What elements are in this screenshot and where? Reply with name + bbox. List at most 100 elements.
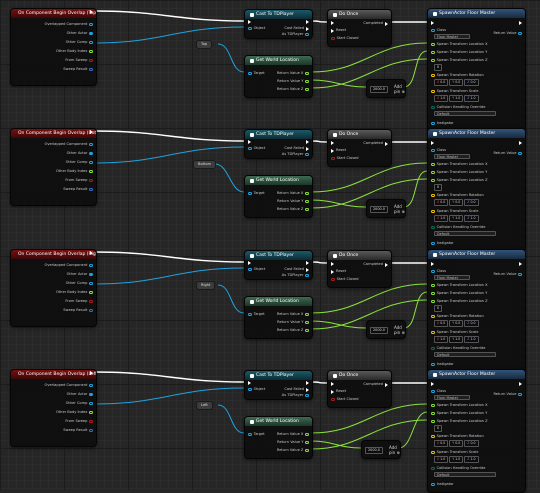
add-pin-button[interactable]: Add pin ⊕ (394, 325, 405, 335)
data-pin-icon[interactable] (331, 156, 335, 161)
return-value-pin-1[interactable]: Return Value Y (275, 440, 309, 446)
spawn-actor-header[interactable]: SpawnActor Floor Master (428, 250, 525, 259)
scale-pin[interactable]: Spawn Transform Scale (431, 89, 480, 95)
data-pin-icon[interactable] (431, 148, 435, 153)
location-y-pin[interactable]: Spawn Transform Location Y (431, 170, 489, 176)
event-pin-5[interactable]: Sweep Result (61, 187, 93, 193)
rotation-field[interactable]: X0.0 (434, 440, 449, 447)
class-pin[interactable]: Class (431, 28, 448, 34)
add-value-field[interactable]: 2000.0 (370, 86, 388, 93)
cast-object-pin[interactable]: Object (248, 26, 267, 32)
return-value-pin[interactable]: Return Value (491, 151, 522, 157)
cast-node-header[interactable]: Cast To TDPlayer (245, 130, 312, 139)
data-pin-icon[interactable] (431, 225, 435, 230)
spawn-exec-in[interactable] (431, 141, 434, 146)
instigator-pin[interactable]: Instigator (431, 121, 456, 127)
data-pin-icon[interactable] (89, 178, 93, 183)
data-pin-icon[interactable] (331, 277, 335, 282)
return-value-pin-0[interactable]: Return Value X (275, 191, 309, 197)
data-pin-icon[interactable] (89, 410, 93, 415)
plus-circle-icon[interactable]: ⊕ (395, 450, 399, 455)
rotation-field[interactable]: X0.0 (434, 320, 449, 327)
exec-out-pin[interactable] (90, 130, 93, 135)
collision-dropdown[interactable]: Default (434, 472, 496, 477)
cast-node-header[interactable]: Cast To TDPlayer (245, 251, 312, 260)
data-pin-icon[interactable] (248, 387, 252, 392)
collision-override-pin[interactable]: Collision Handling Override (431, 346, 488, 352)
event-node-header[interactable]: On Component Begin Overlap (Bottom) (11, 129, 96, 138)
event-pin-5[interactable]: Sweep Result (61, 428, 93, 434)
do-once-start-closed-pin[interactable]: Start Closed (331, 36, 361, 42)
class-dropdown[interactable]: Floor Master (434, 34, 470, 39)
spawn-actor-header[interactable]: SpawnActor Floor Master (428, 370, 525, 379)
event-node-header[interactable]: On Component Begin Overlap (Top) (11, 9, 96, 18)
reroute-node-top[interactable]: Top (196, 40, 213, 49)
return-value-pin-1[interactable]: Return Value Y (275, 320, 309, 326)
data-pin-icon[interactable] (305, 71, 309, 76)
data-pin-icon[interactable] (248, 432, 252, 437)
exec-pin-icon[interactable] (306, 261, 309, 265)
plus-circle-icon[interactable]: ⊕ (400, 89, 404, 94)
scale-pin[interactable]: Spawn Transform Scale (431, 209, 480, 215)
event-pin-3[interactable]: Other Body Index (54, 49, 93, 55)
location-y-pin[interactable]: Spawn Transform Location Y (431, 50, 489, 56)
return-value-pin-2[interactable]: Return Value Z (275, 87, 309, 93)
data-pin-icon[interactable] (431, 209, 435, 214)
spawn-exec-out[interactable] (519, 141, 522, 146)
scale-field[interactable]: Z1.0 (464, 95, 479, 102)
data-pin-icon[interactable] (518, 272, 522, 277)
scale-field[interactable]: X1.0 (434, 95, 449, 102)
data-pin-icon[interactable] (431, 362, 435, 367)
data-pin-icon[interactable] (518, 31, 522, 36)
rotation-field[interactable]: X0.0 (434, 199, 449, 206)
data-pin-icon[interactable] (305, 393, 309, 398)
return-value-pin[interactable]: Return Value (491, 392, 522, 398)
do-once-start-closed-pin[interactable]: Start Closed (331, 156, 361, 162)
event-pin-1[interactable]: Other Actor (65, 151, 93, 157)
add-value-field[interactable]: 2000.0 (370, 206, 388, 213)
cast-exec-in[interactable] (248, 381, 251, 386)
location-z-field[interactable]: 0 (434, 425, 443, 432)
data-pin-icon[interactable] (305, 32, 309, 37)
collision-override-pin[interactable]: Collision Handling Override (431, 466, 488, 472)
event-pin-5[interactable]: Sweep Result (61, 308, 93, 314)
collision-dropdown[interactable]: Default (434, 231, 496, 236)
do-once-completed-pin[interactable]: Completed (361, 21, 388, 27)
data-pin-icon[interactable] (518, 392, 522, 397)
rotation-field[interactable]: X0.0 (434, 79, 449, 86)
get-world-location-header[interactable]: Get World Location (245, 56, 312, 65)
data-pin-icon[interactable] (89, 151, 93, 156)
data-pin-icon[interactable] (89, 383, 93, 388)
event-pin-5[interactable]: Sweep Result (61, 67, 93, 73)
data-pin-icon[interactable] (431, 105, 435, 110)
cast-exec-out[interactable] (306, 20, 309, 25)
do-once-node[interactable]: Do Once Reset Start Closed Completed (327, 370, 392, 408)
location-x-pin[interactable]: Spawn Transform Location X (431, 403, 490, 409)
data-pin-icon[interactable] (89, 58, 93, 63)
data-pin-icon[interactable] (431, 330, 435, 335)
data-pin-icon[interactable] (89, 169, 93, 174)
data-pin-icon[interactable] (431, 482, 435, 487)
cast-failed-pin[interactable]: Cast Failed (282, 146, 309, 152)
data-pin-icon[interactable] (431, 162, 435, 167)
exec-pin-icon[interactable] (90, 10, 93, 14)
data-pin-icon[interactable] (305, 191, 309, 196)
cast-failed-pin[interactable]: Cast Failed (282, 26, 309, 32)
rotation-fields[interactable]: X0.0 Y0.0 Z0.0 (434, 440, 479, 447)
do-once-completed-pin[interactable]: Completed (361, 141, 388, 147)
do-once-start-closed-pin[interactable]: Start Closed (331, 277, 361, 283)
location-y-pin[interactable]: Spawn Transform Location Y (431, 291, 489, 297)
do-once-reset-pin[interactable]: Reset (331, 148, 348, 154)
cast-exec-in[interactable] (248, 261, 251, 266)
location-z-field[interactable]: 0 (434, 305, 443, 312)
do-once-exec-in[interactable] (331, 21, 334, 26)
get-world-location-header[interactable]: Get World Location (245, 297, 312, 306)
rotation-field[interactable]: Z0.0 (464, 320, 479, 327)
reroute-node-right[interactable]: Right (196, 281, 216, 290)
get-world-location-header[interactable]: Get World Location (245, 417, 312, 426)
class-pin[interactable]: Class (431, 148, 448, 154)
data-pin-icon[interactable] (89, 22, 93, 27)
exec-pin-icon[interactable] (331, 269, 334, 274)
spawn-exec-in[interactable] (431, 382, 434, 387)
data-pin-icon[interactable] (89, 67, 93, 72)
